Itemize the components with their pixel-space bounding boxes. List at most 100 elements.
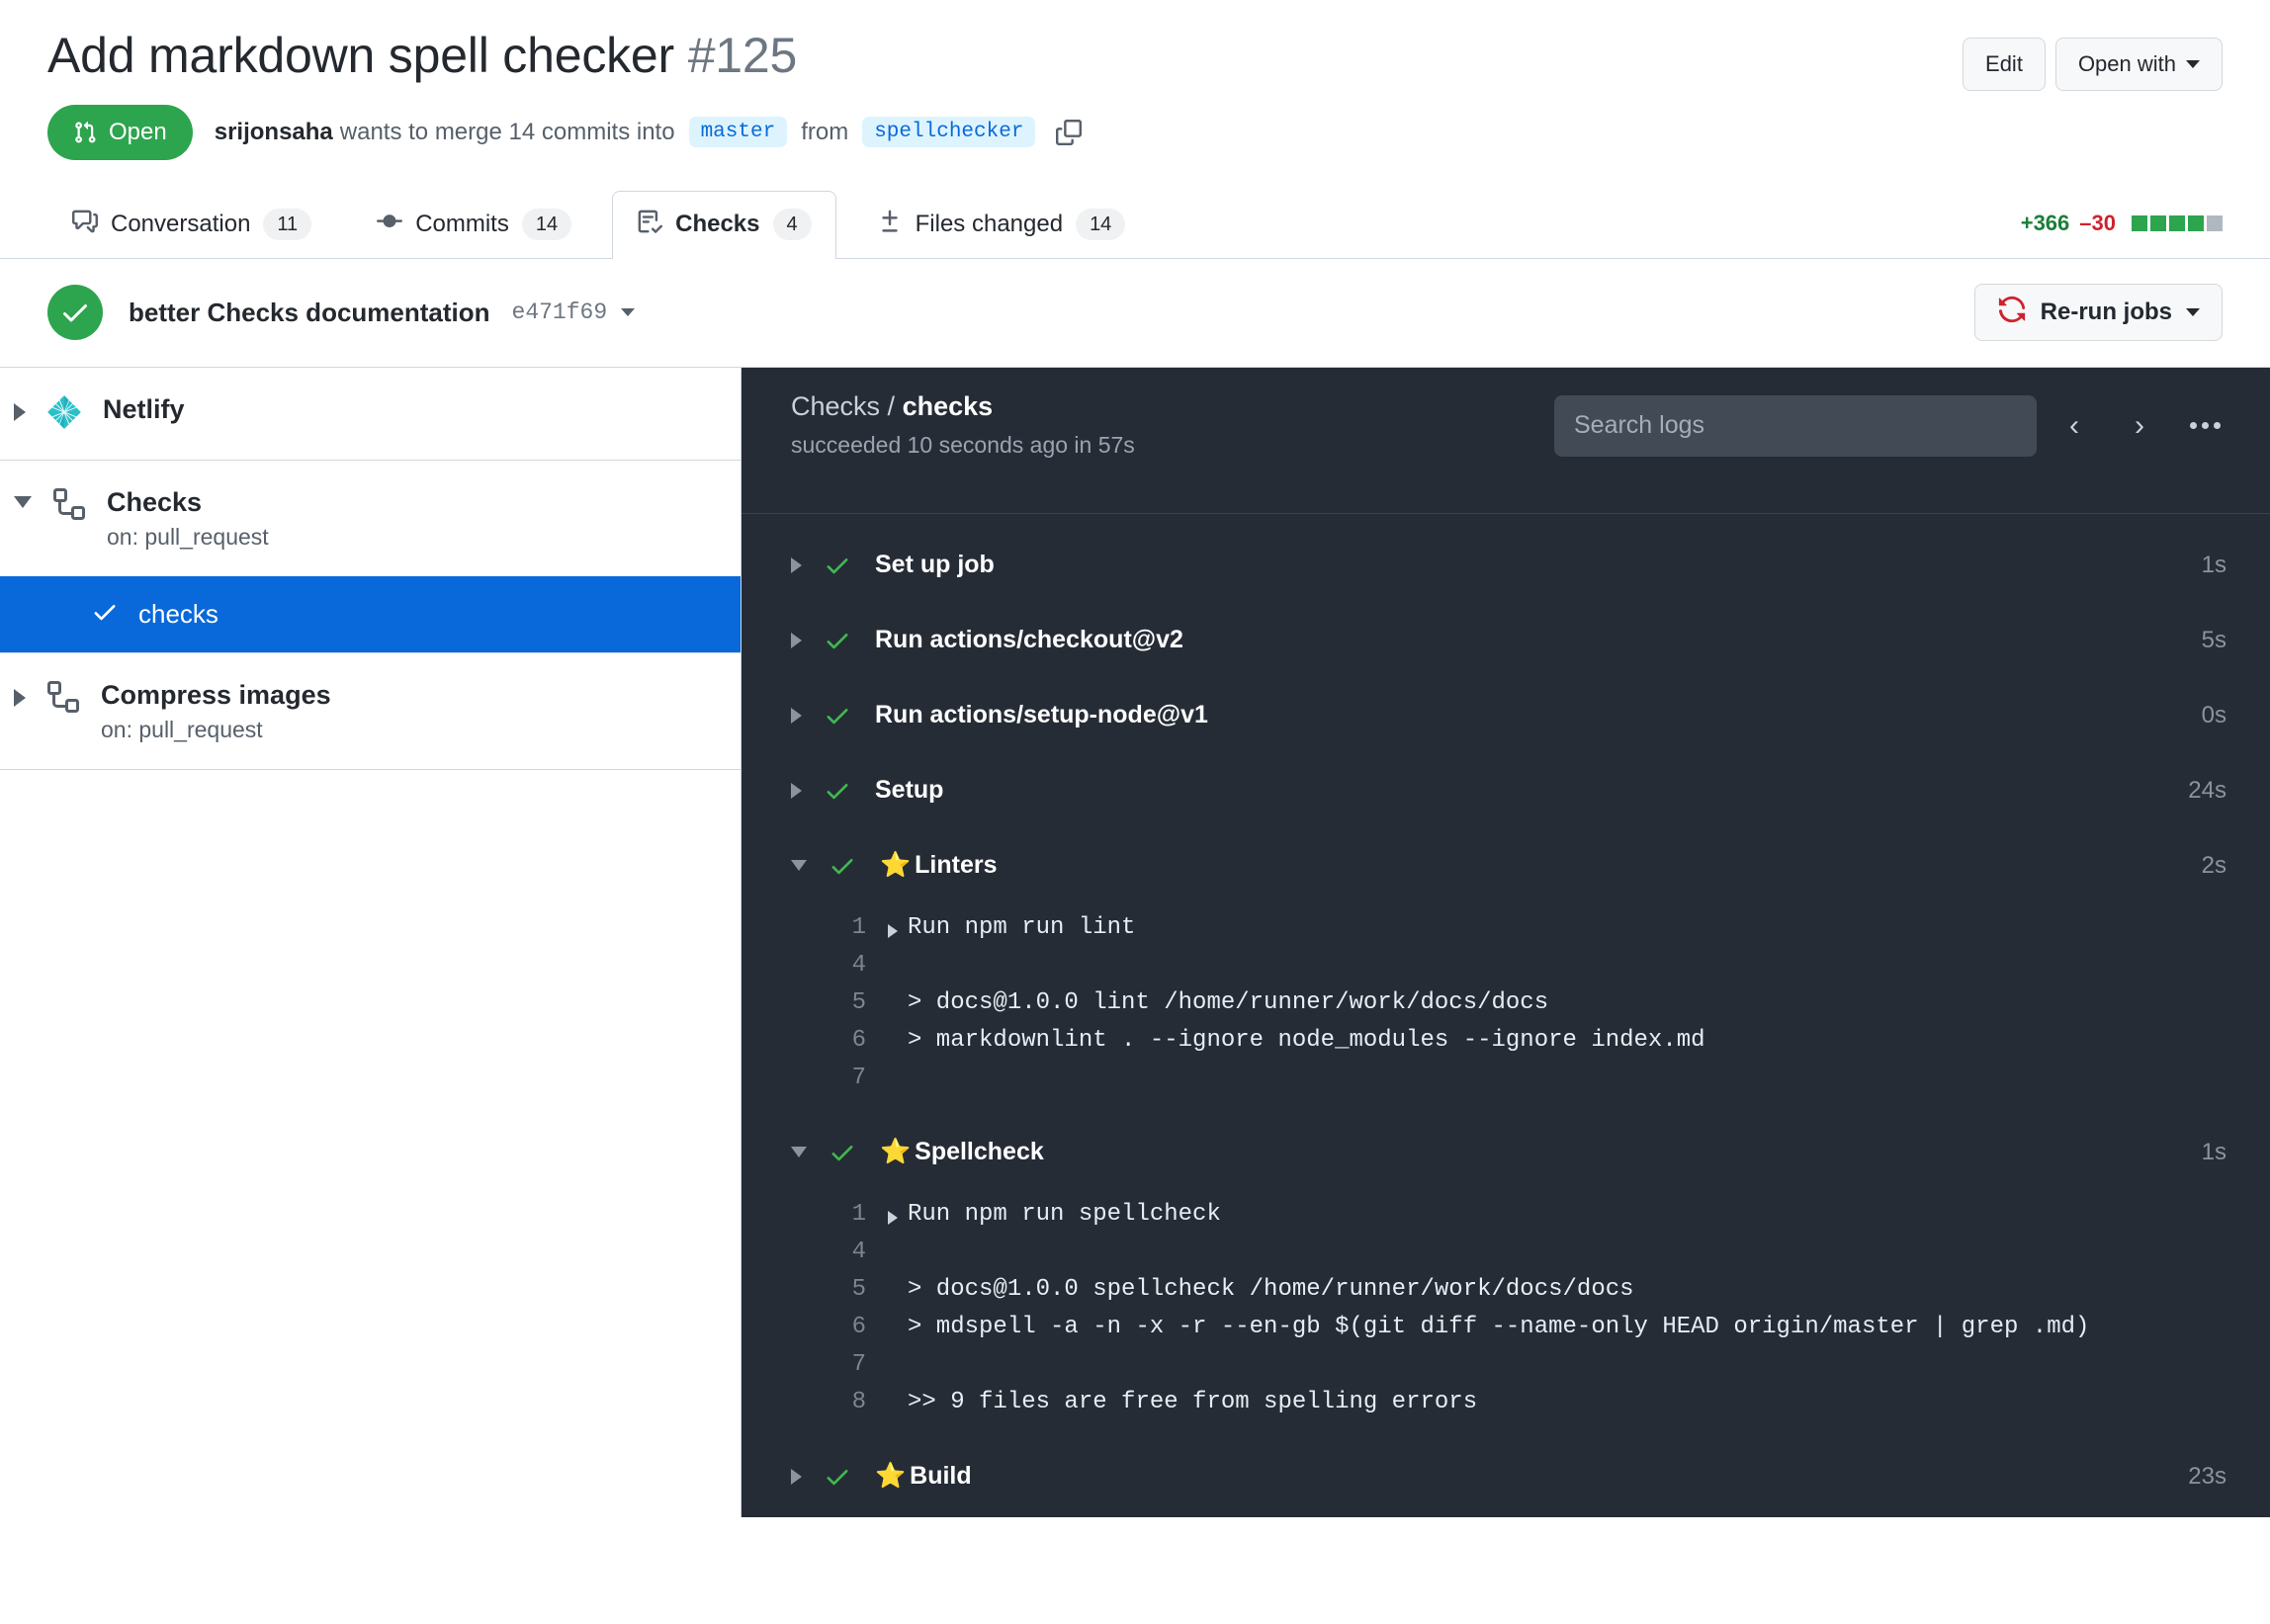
pr-title-text: Add markdown spell checker [47, 28, 674, 83]
log-output-line: 6 > mdspell -a -n -x -r --en-gb $(git dif… [742, 1309, 2270, 1346]
tab-conversation-label: Conversation [111, 211, 251, 237]
check-success-icon [824, 702, 851, 729]
header-actions: Edit Open with [1963, 38, 2223, 91]
chevron-right-icon[interactable] [791, 1468, 802, 1485]
log-line-text: > mdspell -a -n -x -r --en-gb $(git diff… [908, 1313, 2090, 1340]
sidebar-item-netlify[interactable]: Netlify [0, 368, 741, 460]
log-step-row[interactable]: Run actions/setup-node@v1 0s [742, 678, 2270, 753]
chevron-right-icon[interactable] [888, 1210, 898, 1225]
pr-header: Add markdown spell checker #125 Edit Ope… [0, 0, 2270, 160]
tab-commits-label: Commits [415, 211, 509, 237]
previous-match-button[interactable]: ‹ [2047, 398, 2102, 454]
tab-commits[interactable]: Commits 14 [352, 191, 596, 258]
rerun-jobs-button[interactable]: Re-run jobs [1973, 284, 2223, 341]
log-step-name-text: Spellcheck [915, 1138, 1044, 1165]
star-icon: ⭐ [880, 1138, 912, 1165]
tab-files-changed-label: Files changed [915, 211, 1064, 237]
status-badge-label: Open [109, 118, 167, 145]
star-icon: ⭐ [880, 851, 912, 879]
chevron-right-icon[interactable] [888, 923, 898, 938]
log-step-row[interactable]: Run actions/checkout@v2 5s [742, 603, 2270, 678]
diffstat-deletions: –30 [2079, 210, 2116, 235]
rerun-jobs-label: Re-run jobs [2040, 299, 2172, 325]
log-line-number: 1 [851, 913, 866, 941]
base-branch-chip[interactable]: master [688, 117, 788, 147]
tab-checks-label: Checks [675, 211, 760, 237]
log-step-row[interactable]: Set up job 1s [742, 528, 2270, 603]
diffstat[interactable]: +366 –30 [2021, 211, 2223, 258]
edit-button[interactable]: Edit [1963, 38, 2046, 91]
log-step-row[interactable]: Setup 24s [742, 753, 2270, 828]
workflow-icon [47, 680, 79, 718]
log-step-label: Setup [875, 776, 943, 805]
log-step-row[interactable]: ⭐ Spellcheck 1s [742, 1115, 2270, 1190]
diffstat-block [2207, 214, 2223, 231]
tab-conversation[interactable]: Conversation 11 [47, 191, 336, 258]
log-line-number: 7 [851, 1350, 866, 1378]
tab-commits-count: 14 [521, 209, 572, 240]
diffstat-block [2132, 214, 2147, 231]
checks-body: Netlify Checks on: pull_request checks C… [0, 367, 2270, 1517]
netlify-icon [47, 394, 81, 434]
pr-author[interactable]: srijonsaha [215, 119, 333, 146]
sidebar-group-netlify: Netlify [0, 368, 741, 461]
log-output: 1 Run npm run spellcheck 4 5 > docs@1.0.0 sp… [742, 1190, 2270, 1439]
sidebar-item-compress-images[interactable]: Compress images on: pull_request [0, 653, 741, 769]
log-line-number: 5 [851, 1275, 866, 1303]
checks-sidebar: Netlify Checks on: pull_request checks C… [0, 367, 742, 1517]
log-output-line: 4 [742, 1234, 2270, 1271]
copy-icon[interactable] [1056, 119, 1083, 145]
chevron-right-icon[interactable] [791, 632, 802, 648]
next-match-button[interactable]: › [2112, 398, 2167, 454]
tab-conversation-count: 11 [263, 209, 312, 240]
sidebar-item-job-checks[interactable]: checks [0, 575, 741, 652]
chevron-down-icon[interactable] [14, 495, 32, 508]
sync-icon [1997, 295, 2027, 331]
commit-sha[interactable]: e471f69 [512, 299, 608, 325]
breadcrumb: Checks / checks [791, 391, 1135, 422]
log-output: 1 Run npm run lint 4 5 > docs@1.0.0 lint /ho… [742, 903, 2270, 1115]
log-output-line: 1 Run npm run lint [742, 909, 2270, 947]
pr-title-row: Add markdown spell checker #125 [47, 28, 2223, 85]
log-line-number: 6 [851, 1026, 866, 1054]
chevron-right-icon[interactable] [791, 556, 802, 573]
log-step-name-text: Setup [875, 776, 944, 804]
merge-text-1: wants to merge 14 commits into [339, 118, 675, 145]
chevron-right-icon[interactable] [14, 688, 26, 707]
log-line-number: 4 [851, 1238, 866, 1265]
chevron-right-icon[interactable] [791, 707, 802, 724]
chevron-right-icon[interactable] [791, 782, 802, 799]
log-step-row[interactable]: ⭐ Build 23s [742, 1439, 2270, 1514]
search-logs-input[interactable] [1554, 394, 2037, 457]
log-line-text: Run npm run lint [908, 913, 1136, 941]
page-title: Add markdown spell checker #125 [47, 28, 797, 85]
chevron-down-icon[interactable] [791, 860, 807, 871]
tab-checks[interactable]: Checks 4 [612, 190, 836, 259]
breadcrumb-parent[interactable]: Checks / [791, 391, 895, 421]
sidebar-job-label: checks [138, 598, 218, 629]
pr-tabs: Conversation 11 Commits 14 Checks 4 File… [0, 188, 2270, 259]
open-with-button[interactable]: Open with [2054, 38, 2223, 91]
log-line-text: Run npm run spellcheck [908, 1200, 1221, 1228]
tab-files-changed[interactable]: Files changed 14 [852, 191, 1151, 258]
log-output-line: 8 >> 9 files are free from spelling error… [742, 1384, 2270, 1421]
pr-number: #125 [687, 28, 798, 83]
edit-button-label: Edit [1985, 51, 2023, 76]
commit-message[interactable]: better Checks documentation [129, 298, 490, 328]
chevron-down-icon [2186, 60, 2200, 68]
sidebar-netlify-texts: Netlify [103, 393, 185, 425]
log-step-label: ⭐ Spellcheck [880, 1138, 1044, 1166]
log-line-number: 5 [851, 988, 866, 1016]
chevron-right-icon[interactable] [14, 402, 26, 421]
sidebar-item-trigger: on: pull_request [107, 523, 269, 550]
log-step-row[interactable]: ⭐ Linters 2s [742, 828, 2270, 903]
chevron-down-icon[interactable] [791, 1147, 807, 1157]
sidebar-compress-texts: Compress images on: pull_request [101, 679, 331, 743]
head-branch-chip[interactable]: spellchecker [862, 117, 1036, 147]
log-step-duration: 24s [2188, 776, 2226, 804]
kebab-menu-icon[interactable] [2177, 398, 2232, 454]
sidebar-item-checks[interactable]: Checks on: pull_request [0, 461, 741, 576]
log-line-number: 1 [851, 1200, 866, 1228]
log-step-label: Run actions/setup-node@v1 [875, 701, 1208, 729]
chevron-down-icon[interactable] [621, 308, 636, 316]
